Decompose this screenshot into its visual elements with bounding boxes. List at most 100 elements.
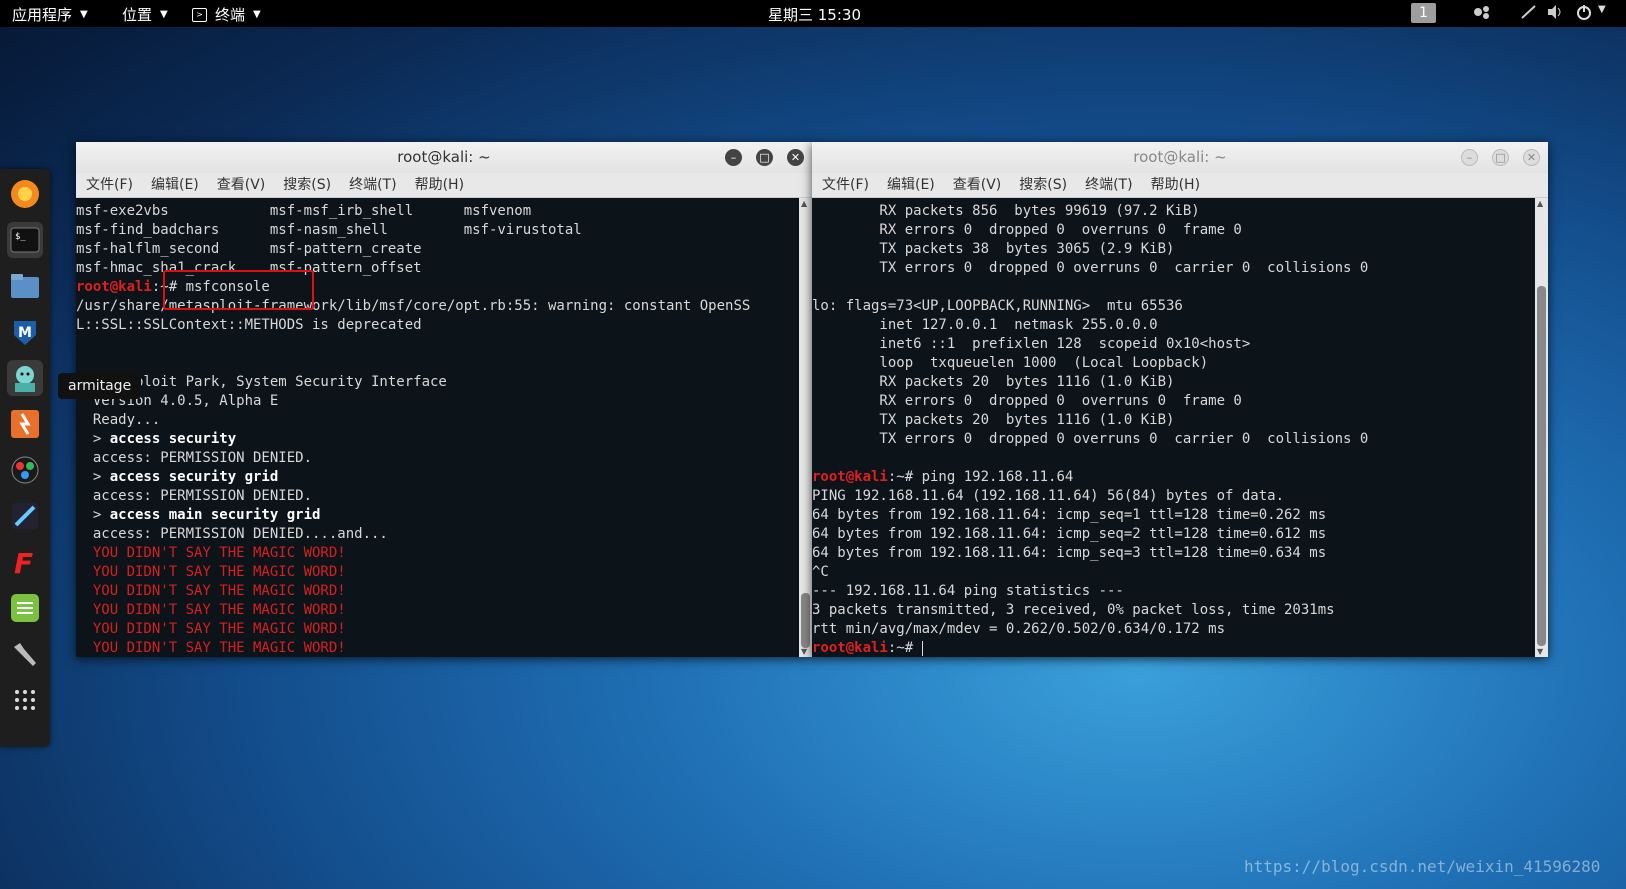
- msf-command-line: > access main security grid: [76, 506, 799, 525]
- svg-text:F: F: [14, 547, 33, 577]
- menu-search[interactable]: 搜索(S): [283, 173, 331, 197]
- output-line: access: PERMISSION DENIED.: [76, 488, 313, 504]
- output-line: L::SSL::SSLContext::METHODS is deprecate…: [76, 317, 422, 333]
- files-icon[interactable]: [7, 268, 43, 304]
- network-status-icon[interactable]: [1473, 4, 1491, 24]
- close-icon[interactable]: ✕: [787, 149, 804, 166]
- prompt-line: root@kali:~# ping 192.168.11.64: [812, 468, 1535, 487]
- applications-label: 应用程序: [12, 6, 73, 24]
- magic-word-line: YOU DIDN'T SAY THE MAGIC WORD!: [76, 602, 346, 618]
- terminal-window-left[interactable]: root@kali: ~ – □ ✕ 文件(F) 编辑(E) 查看(V) 搜索(…: [76, 142, 812, 657]
- menu-search[interactable]: 搜索(S): [1019, 173, 1067, 197]
- menu-help[interactable]: 帮助(H): [415, 173, 464, 197]
- minimize-icon[interactable]: –: [725, 149, 742, 166]
- armitage-icon[interactable]: [7, 360, 43, 396]
- output-line: Metasploit Park, System Security Interfa…: [76, 374, 447, 390]
- terminal-icon[interactable]: $_: [7, 222, 43, 258]
- chevron-down-icon: ▼: [253, 9, 261, 20]
- window-title: root@kali: ~: [397, 148, 491, 166]
- leafpad-icon[interactable]: [7, 590, 43, 626]
- dock: $_ M F: [0, 169, 50, 747]
- metasploit-icon[interactable]: M: [7, 314, 43, 350]
- menu-bar: 文件(F) 编辑(E) 查看(V) 搜索(S) 终端(T) 帮助(H): [812, 173, 1548, 198]
- firefox-icon[interactable]: [7, 176, 43, 212]
- window-titlebar[interactable]: root@kali: ~ – □ ✕: [812, 142, 1548, 173]
- terminal-window-right[interactable]: root@kali: ~ – □ ✕ 文件(F) 编辑(E) 查看(V) 搜索(…: [812, 142, 1548, 657]
- output-line: 64 bytes from 192.168.11.64: icmp_seq=2 …: [812, 526, 1327, 542]
- pen-icon[interactable]: [1520, 4, 1538, 24]
- magic-word-line: YOU DIDN'T SAY THE MAGIC WORD!: [76, 640, 346, 656]
- output-line: 64 bytes from 192.168.11.64: icmp_seq=3 …: [812, 545, 1327, 561]
- output-line: rtt min/avg/max/mdev = 0.262/0.502/0.634…: [812, 621, 1226, 637]
- output-line: msf-find_badchars msf-nasm_shell msf-vir…: [76, 222, 582, 238]
- applications-menu[interactable]: 应用程序 ▼: [12, 4, 88, 25]
- magic-word-line: YOU DIDN'T SAY THE MAGIC WORD!: [76, 621, 346, 637]
- close-icon[interactable]: ✕: [1523, 149, 1540, 166]
- menu-view[interactable]: 查看(V): [217, 173, 266, 197]
- tools-icon[interactable]: [7, 636, 43, 672]
- msf-command: access security grid: [109, 469, 279, 485]
- window-title: root@kali: ~: [1133, 148, 1227, 166]
- terminal-small-icon: >: [192, 7, 207, 22]
- output-line: inet 127.0.0.1 netmask 255.0.0.0: [812, 317, 1158, 333]
- places-menu[interactable]: 位置 ▼: [122, 4, 168, 25]
- power-icon[interactable]: [1576, 4, 1594, 24]
- apps-grid-icon[interactable]: [7, 682, 43, 718]
- beef-icon[interactable]: [7, 498, 43, 534]
- output-line: PING 192.168.11.64 (192.168.11.64) 56(84…: [812, 488, 1285, 504]
- scroll-up-icon[interactable]: ▲: [801, 199, 807, 208]
- scroll-up-icon[interactable]: ▲: [1537, 199, 1543, 208]
- menu-view[interactable]: 查看(V): [953, 173, 1002, 197]
- scrollbar-thumb[interactable]: [801, 593, 810, 648]
- scroll-down-icon[interactable]: ▼: [801, 647, 807, 656]
- top-bar: 应用程序 ▼ 位置 ▼ > 终端 ▼ 星期三 15:30 1 ▼: [0, 0, 1626, 27]
- menu-edit[interactable]: 编辑(E): [151, 173, 199, 197]
- output-line: TX errors 0 dropped 0 overruns 0 carrier…: [812, 260, 1369, 276]
- prompt-user: root@kali: [812, 640, 888, 656]
- output-line: access: PERMISSION DENIED....and...: [76, 526, 388, 542]
- dock-tooltip: armitage: [58, 373, 142, 399]
- output-line: RX packets 20 bytes 1116 (1.0 KiB): [812, 374, 1175, 390]
- prompt-path: :~#: [887, 469, 922, 485]
- clock[interactable]: 星期三 15:30: [768, 4, 861, 25]
- minimize-icon[interactable]: –: [1461, 149, 1478, 166]
- output-line: 3 packets transmitted, 3 received, 0% pa…: [812, 602, 1335, 618]
- burpsuite-icon[interactable]: [7, 406, 43, 442]
- output-line: TX packets 20 bytes 1116 (1.0 KiB): [812, 412, 1175, 428]
- faraday-icon[interactable]: F: [7, 544, 43, 580]
- menu-terminal[interactable]: 终端(T): [1085, 173, 1132, 197]
- output-line: loop txqueuelen 1000 (Local Loopback): [812, 355, 1209, 371]
- menu-bar: 文件(F) 编辑(E) 查看(V) 搜索(S) 终端(T) 帮助(H): [76, 173, 812, 198]
- chevron-down-icon: ▼: [160, 9, 168, 20]
- terminal-output[interactable]: msf-exe2vbs msf-msf_irb_shell msfvenom ms…: [76, 198, 799, 657]
- menu-help[interactable]: 帮助(H): [1151, 173, 1200, 197]
- chevron-down-icon: ▼: [80, 9, 88, 20]
- scrollbar[interactable]: ▲ ▼: [1535, 198, 1548, 657]
- terminal-app-menu[interactable]: > 终端 ▼: [192, 4, 261, 25]
- chevron-down-icon[interactable]: ▼: [1598, 4, 1606, 15]
- magic-word-line: YOU DIDN'T SAY THE MAGIC WORD!: [76, 583, 346, 599]
- maximize-icon[interactable]: □: [756, 149, 773, 166]
- scroll-down-icon[interactable]: ▼: [1537, 647, 1543, 656]
- window-titlebar[interactable]: root@kali: ~ – □ ✕: [76, 142, 812, 173]
- menu-terminal[interactable]: 终端(T): [349, 173, 396, 197]
- command-text: ping 192.168.11.64: [921, 469, 1074, 485]
- output-line: msf-exe2vbs msf-msf_irb_shell msfvenom: [76, 203, 532, 219]
- volume-icon[interactable]: [1546, 4, 1564, 24]
- output-line: TX packets 38 bytes 3065 (2.9 KiB): [812, 241, 1175, 257]
- output-line: RX errors 0 dropped 0 overruns 0 frame 0: [812, 393, 1242, 409]
- menu-file[interactable]: 文件(F): [822, 173, 869, 197]
- output-line: ^C: [812, 564, 829, 580]
- scrollbar-thumb[interactable]: [1537, 286, 1546, 646]
- workspace-indicator[interactable]: 1: [1411, 3, 1436, 23]
- maximize-icon[interactable]: □: [1492, 149, 1509, 166]
- scrollbar[interactable]: ▲ ▼: [799, 198, 812, 657]
- msf-command: access security: [109, 431, 237, 447]
- output-line: msf-halflm_second msf-pattern_create: [76, 241, 422, 257]
- prompt-user: root@kali: [76, 279, 152, 295]
- output-line: TX errors 0 dropped 0 overruns 0 carrier…: [812, 431, 1369, 447]
- maltego-icon[interactable]: [7, 452, 43, 488]
- terminal-output[interactable]: RX packets 856 bytes 99619 (97.2 KiB) RX…: [812, 198, 1535, 657]
- menu-file[interactable]: 文件(F): [86, 173, 133, 197]
- menu-edit[interactable]: 编辑(E): [887, 173, 935, 197]
